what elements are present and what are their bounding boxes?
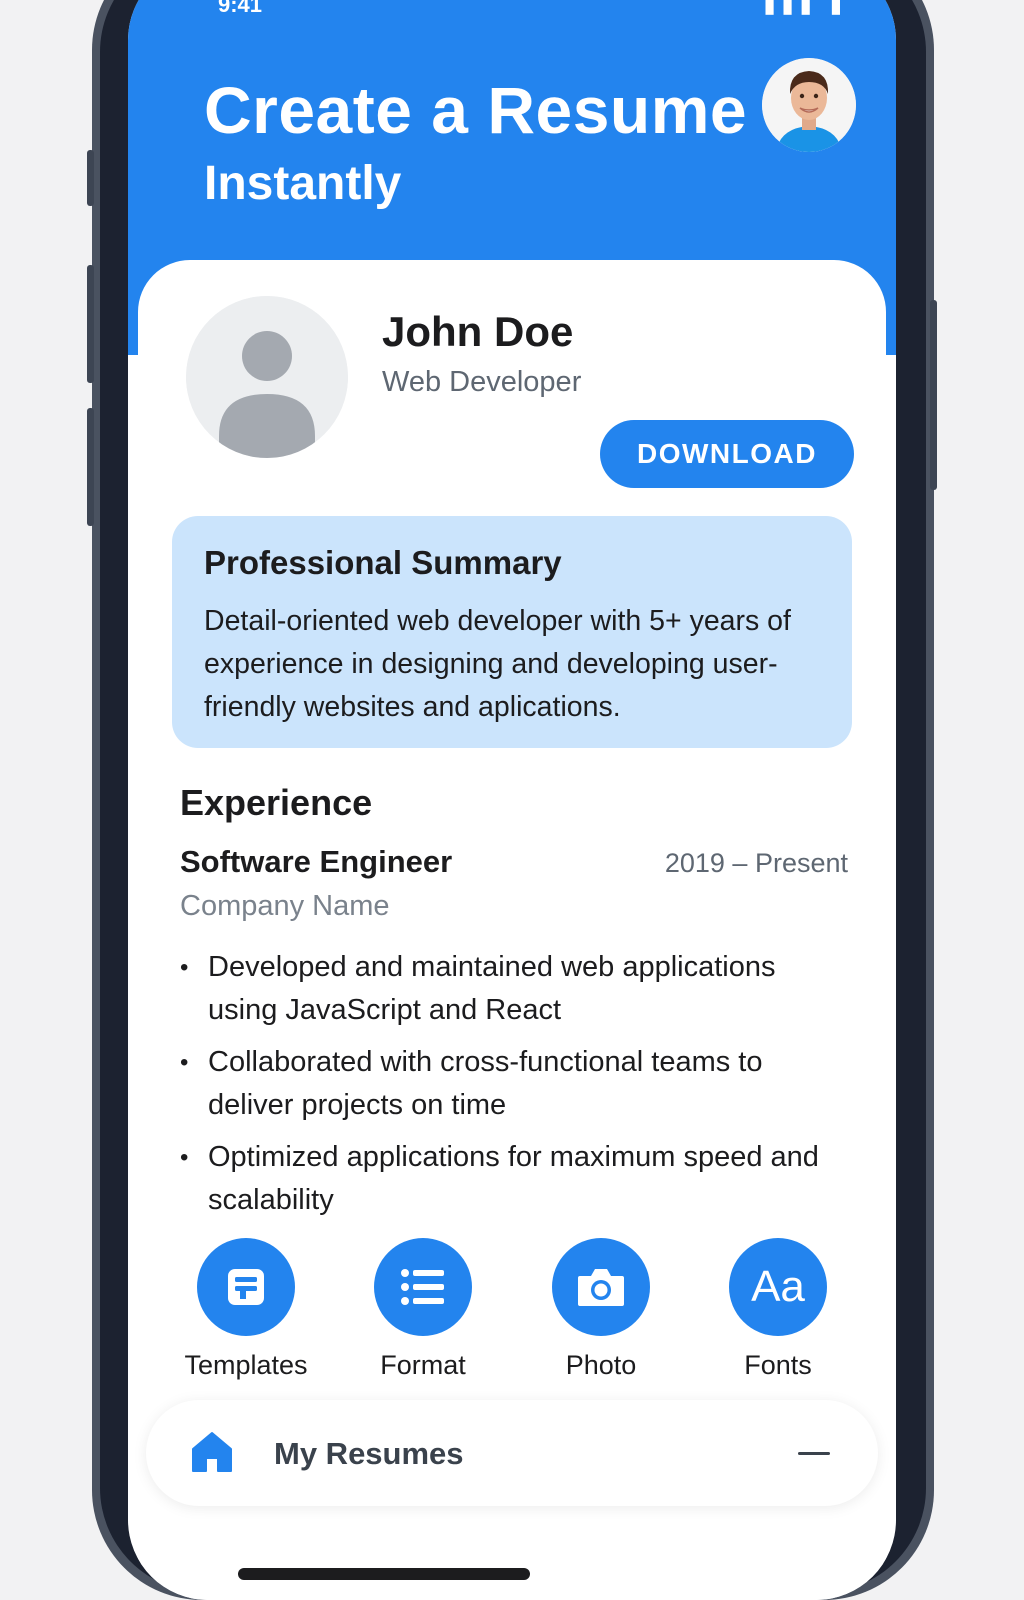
summary-title: Professional Summary [204, 544, 562, 581]
bullet-text: Optimized applications for maximum speed… [208, 1141, 819, 1216]
phone-power-button [930, 300, 937, 490]
summary-text: Detail-oriented web developer with 5+ ye… [204, 605, 791, 723]
format-tool[interactable]: Format [353, 1238, 493, 1381]
photo-tool[interactable]: Photo [531, 1238, 671, 1381]
profile-photo-placeholder[interactable] [186, 296, 348, 458]
person-placeholder-icon [186, 296, 348, 458]
bullet-icon: • [180, 954, 189, 981]
app-screen: 9:41 ▮▮▮ ▮ Create a Resume Instantly Joh… [128, 0, 896, 1600]
photo-label: Photo [565, 1350, 637, 1380]
phone-volume-down-button [87, 408, 94, 526]
templates-tool[interactable]: Templates [176, 1238, 316, 1381]
page-subtitle: Instantly [204, 157, 402, 210]
bullet-text: Collaborated with cross-functional teams… [208, 1046, 763, 1121]
minus-icon[interactable] [798, 1452, 830, 1455]
download-button[interactable]: DOWNLOAD [600, 420, 854, 488]
phone-side-button [87, 150, 94, 206]
camera-icon [578, 1269, 624, 1306]
job-dates: 2019 – Present [664, 848, 848, 878]
bottom-nav-bar: My Resumes [146, 1400, 878, 1506]
professional-summary-box: Professional Summary Detail-oriented web… [172, 516, 852, 748]
fonts-button[interactable]: Aa [729, 1238, 827, 1336]
profile-role: Web Developer [382, 366, 582, 398]
bullet-icon: • [180, 1144, 189, 1171]
fonts-icon: Aa [751, 1262, 805, 1311]
fonts-label: Fonts [744, 1350, 812, 1380]
templates-button[interactable] [197, 1238, 295, 1336]
my-resumes-link[interactable]: My Resumes [274, 1436, 464, 1472]
format-button[interactable] [374, 1238, 472, 1336]
list-item: • Optimized applications for maximum spee… [180, 1136, 840, 1222]
list-item: • Developed and maintained web applicatio… [180, 946, 840, 1032]
list-item: • Collaborated with cross-functional team… [180, 1041, 840, 1127]
job-title: Software Engineer [180, 844, 453, 879]
profile-name: John Doe [382, 308, 574, 355]
home-glyph [192, 1432, 232, 1472]
bullet-text: Developed and maintained web application… [208, 951, 776, 1026]
list-icon [401, 1269, 444, 1305]
phone-volume-up-button [87, 265, 94, 383]
format-label: Format [380, 1350, 466, 1380]
home-icon[interactable] [190, 1430, 234, 1479]
experience-heading: Experience [180, 782, 373, 823]
photo-button[interactable] [552, 1238, 650, 1336]
user-avatar-photo-icon [762, 58, 856, 152]
templates-label: Templates [184, 1350, 308, 1380]
user-avatar[interactable] [762, 58, 856, 152]
experience-bullets: • Developed and maintained web applicatio… [180, 946, 840, 1231]
status-indicators: ▮▮▮ ▮ [763, 0, 848, 17]
status-time: 9:41 [218, 0, 263, 17]
fonts-tool[interactable]: Aa Fonts [708, 1238, 848, 1381]
home-indicator [238, 1568, 530, 1580]
templates-icon [228, 1269, 264, 1305]
page-title: Create a Resume [204, 73, 748, 147]
company-name: Company Name [180, 890, 390, 922]
bullet-icon: • [180, 1049, 189, 1076]
